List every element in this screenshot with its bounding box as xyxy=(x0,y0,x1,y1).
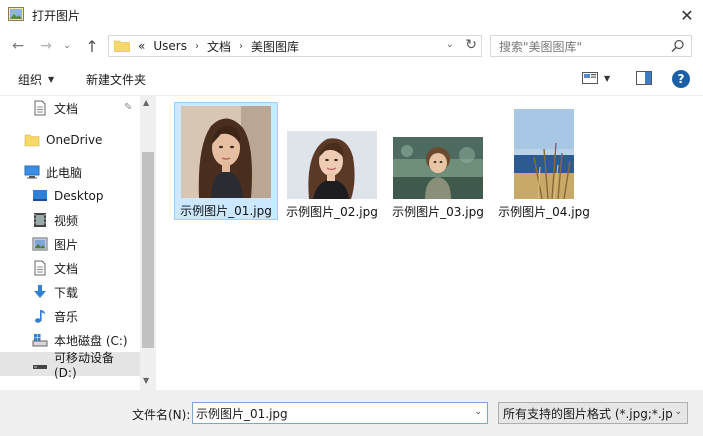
removable-drive-icon xyxy=(33,365,47,369)
change-view-button[interactable]: ▼ xyxy=(582,72,610,84)
address-dropdown-icon[interactable]: ⌄ xyxy=(446,39,454,50)
music-icon xyxy=(35,310,45,323)
file-item[interactable]: 示例图片_02.jpg xyxy=(284,102,380,220)
sidebar-item-label: 音乐 xyxy=(54,309,79,324)
sidebar-item-label: 文档 xyxy=(54,261,79,276)
pin-icon: ✎ xyxy=(124,102,133,113)
close-icon: ✕ xyxy=(680,5,694,25)
computer-icon xyxy=(24,165,40,179)
close-button[interactable]: ✕ xyxy=(671,0,703,30)
file-list[interactable]: 示例图片_01.jpg 示例图片_02.jpg 示例图片_03.jpg 示例图片… xyxy=(158,96,703,390)
search-box[interactable]: 搜索"美图图库" xyxy=(490,35,692,57)
navigation-pane-scrollbar[interactable]: ▲ ▼ xyxy=(140,96,156,390)
chevron-down-icon[interactable]: ⌄ xyxy=(474,407,482,417)
document-icon xyxy=(34,100,46,116)
forward-button[interactable]: → xyxy=(36,36,56,56)
sidebar-item-removable-d[interactable]: 可移动设备 (D:) xyxy=(0,351,140,380)
sidebar-item-pictures[interactable]: 图片 xyxy=(0,232,140,256)
sidebar-item-label: 此电脑 xyxy=(46,165,83,180)
navigation-bar: ← → ⌄ ↑ « Users › 文档 › 美图图库 ⌄ ↻ 搜索"美图图库" xyxy=(0,30,703,62)
file-name-bar: 文件名(N): 示例图片_01.jpg ⌄ 所有支持的图片格式 (*.jpg;*… xyxy=(0,390,703,436)
chevron-down-icon: ⌄ xyxy=(674,407,682,417)
back-button[interactable]: ← xyxy=(8,36,28,56)
sidebar-item-documents-pinned[interactable]: 文档 ✎ xyxy=(0,96,140,120)
up-button[interactable]: ↑ xyxy=(82,36,102,56)
preview-pane-icon xyxy=(636,71,652,85)
picture-app-icon xyxy=(8,7,24,21)
photo-thumbnail xyxy=(393,137,483,199)
breadcrumb-separator-icon[interactable]: › xyxy=(239,41,243,52)
window-title: 打开图片 xyxy=(32,9,81,23)
recent-locations-button[interactable]: ⌄ xyxy=(60,36,74,56)
sidebar-item-label: 下载 xyxy=(54,285,79,300)
file-name-field[interactable]: 示例图片_01.jpg ⌄ xyxy=(192,402,488,424)
file-name-label: 文件名(N): xyxy=(132,408,191,422)
sidebar-item-desktop[interactable]: Desktop xyxy=(0,184,140,208)
sidebar-item-documents[interactable]: 文档 xyxy=(0,256,140,280)
arrow-right-icon: → xyxy=(40,38,52,54)
sidebar-item-label: 图片 xyxy=(54,237,79,252)
sidebar-item-videos[interactable]: 视频 xyxy=(0,208,140,232)
sidebar-item-music[interactable]: 音乐 xyxy=(0,304,140,328)
sidebar-item-label: OneDrive xyxy=(46,133,103,147)
file-name: 示例图片_04.jpg xyxy=(498,205,590,219)
file-name-value: 示例图片_01.jpg xyxy=(196,406,288,421)
arrow-up-icon: ↑ xyxy=(85,36,99,56)
file-item[interactable]: 示例图片_03.jpg xyxy=(390,102,486,220)
download-icon xyxy=(34,285,46,298)
breadcrumb-users[interactable]: Users xyxy=(153,39,187,53)
title-bar: 打开图片 ✕ xyxy=(0,0,703,30)
view-icon xyxy=(582,72,598,84)
command-bar: 组织 ▼ 新建文件夹 ▼ ? xyxy=(0,62,703,96)
caret-down-icon: ▼ xyxy=(48,75,55,84)
desktop-icon xyxy=(33,190,47,201)
organize-button[interactable]: 组织 ▼ xyxy=(18,71,54,88)
preview-pane-button[interactable] xyxy=(636,71,652,88)
sidebar-item-this-pc[interactable]: 此电脑 xyxy=(0,160,140,184)
help-button[interactable]: ? xyxy=(672,70,690,88)
sidebar-item-onedrive[interactable]: OneDrive xyxy=(0,128,140,152)
sidebar-item-downloads[interactable]: 下载 xyxy=(0,280,140,304)
photo-thumbnail xyxy=(181,106,271,198)
address-overflow-button[interactable]: « xyxy=(138,39,145,53)
photo-thumbnail xyxy=(287,131,377,199)
drive-icon xyxy=(32,334,48,347)
refresh-icon[interactable]: ↻ xyxy=(465,37,477,53)
file-type-value: 所有支持的图片格式 (*.jpg;*.jp xyxy=(503,406,673,421)
search-input[interactable]: 搜索"美图图库" xyxy=(499,38,582,55)
chevron-down-icon: ⌄ xyxy=(63,41,71,51)
navigation-pane: 文档 ✎ OneDrive 此电脑 Desktop 视频 图片 文档 下载 音乐… xyxy=(0,96,156,390)
new-folder-button[interactable]: 新建文件夹 xyxy=(86,71,146,88)
caret-down-icon: ▼ xyxy=(604,73,611,83)
sidebar-item-label: 本地磁盘 (C:) xyxy=(54,333,128,348)
sidebar-item-label: 文档 xyxy=(54,101,79,116)
picture-icon xyxy=(32,237,48,251)
breadcrumb-separator-icon[interactable]: › xyxy=(195,41,199,52)
file-name: 示例图片_01.jpg xyxy=(180,204,272,218)
file-type-select[interactable]: 所有支持的图片格式 (*.jpg;*.jp ⌄ xyxy=(498,402,688,424)
photo-thumbnail xyxy=(514,109,574,199)
video-icon xyxy=(34,213,46,227)
address-bar[interactable]: « Users › 文档 › 美图图库 ⌄ ↻ xyxy=(108,35,482,57)
sidebar-item-label: 视频 xyxy=(54,213,79,228)
search-icon xyxy=(671,39,684,53)
file-name: 示例图片_02.jpg xyxy=(286,205,378,219)
file-name: 示例图片_03.jpg xyxy=(392,205,484,219)
scroll-up-icon[interactable]: ▲ xyxy=(143,98,149,107)
sidebar-item-label: 可移动设备 (D:) xyxy=(54,350,115,380)
scroll-down-icon[interactable]: ▼ xyxy=(143,376,149,385)
folder-icon xyxy=(114,40,130,52)
breadcrumb-documents[interactable]: 文档 xyxy=(207,38,231,55)
breadcrumb-gallery[interactable]: 美图图库 xyxy=(251,38,299,55)
organize-label: 组织 xyxy=(18,73,43,87)
scrollbar-thumb[interactable] xyxy=(142,152,154,348)
file-item[interactable]: 示例图片_04.jpg xyxy=(496,102,592,220)
folder-icon xyxy=(24,134,40,147)
file-item[interactable]: 示例图片_01.jpg xyxy=(174,102,278,220)
arrow-left-icon: ← xyxy=(12,38,24,54)
sidebar-item-label: Desktop xyxy=(54,189,104,203)
document-icon xyxy=(34,260,46,276)
